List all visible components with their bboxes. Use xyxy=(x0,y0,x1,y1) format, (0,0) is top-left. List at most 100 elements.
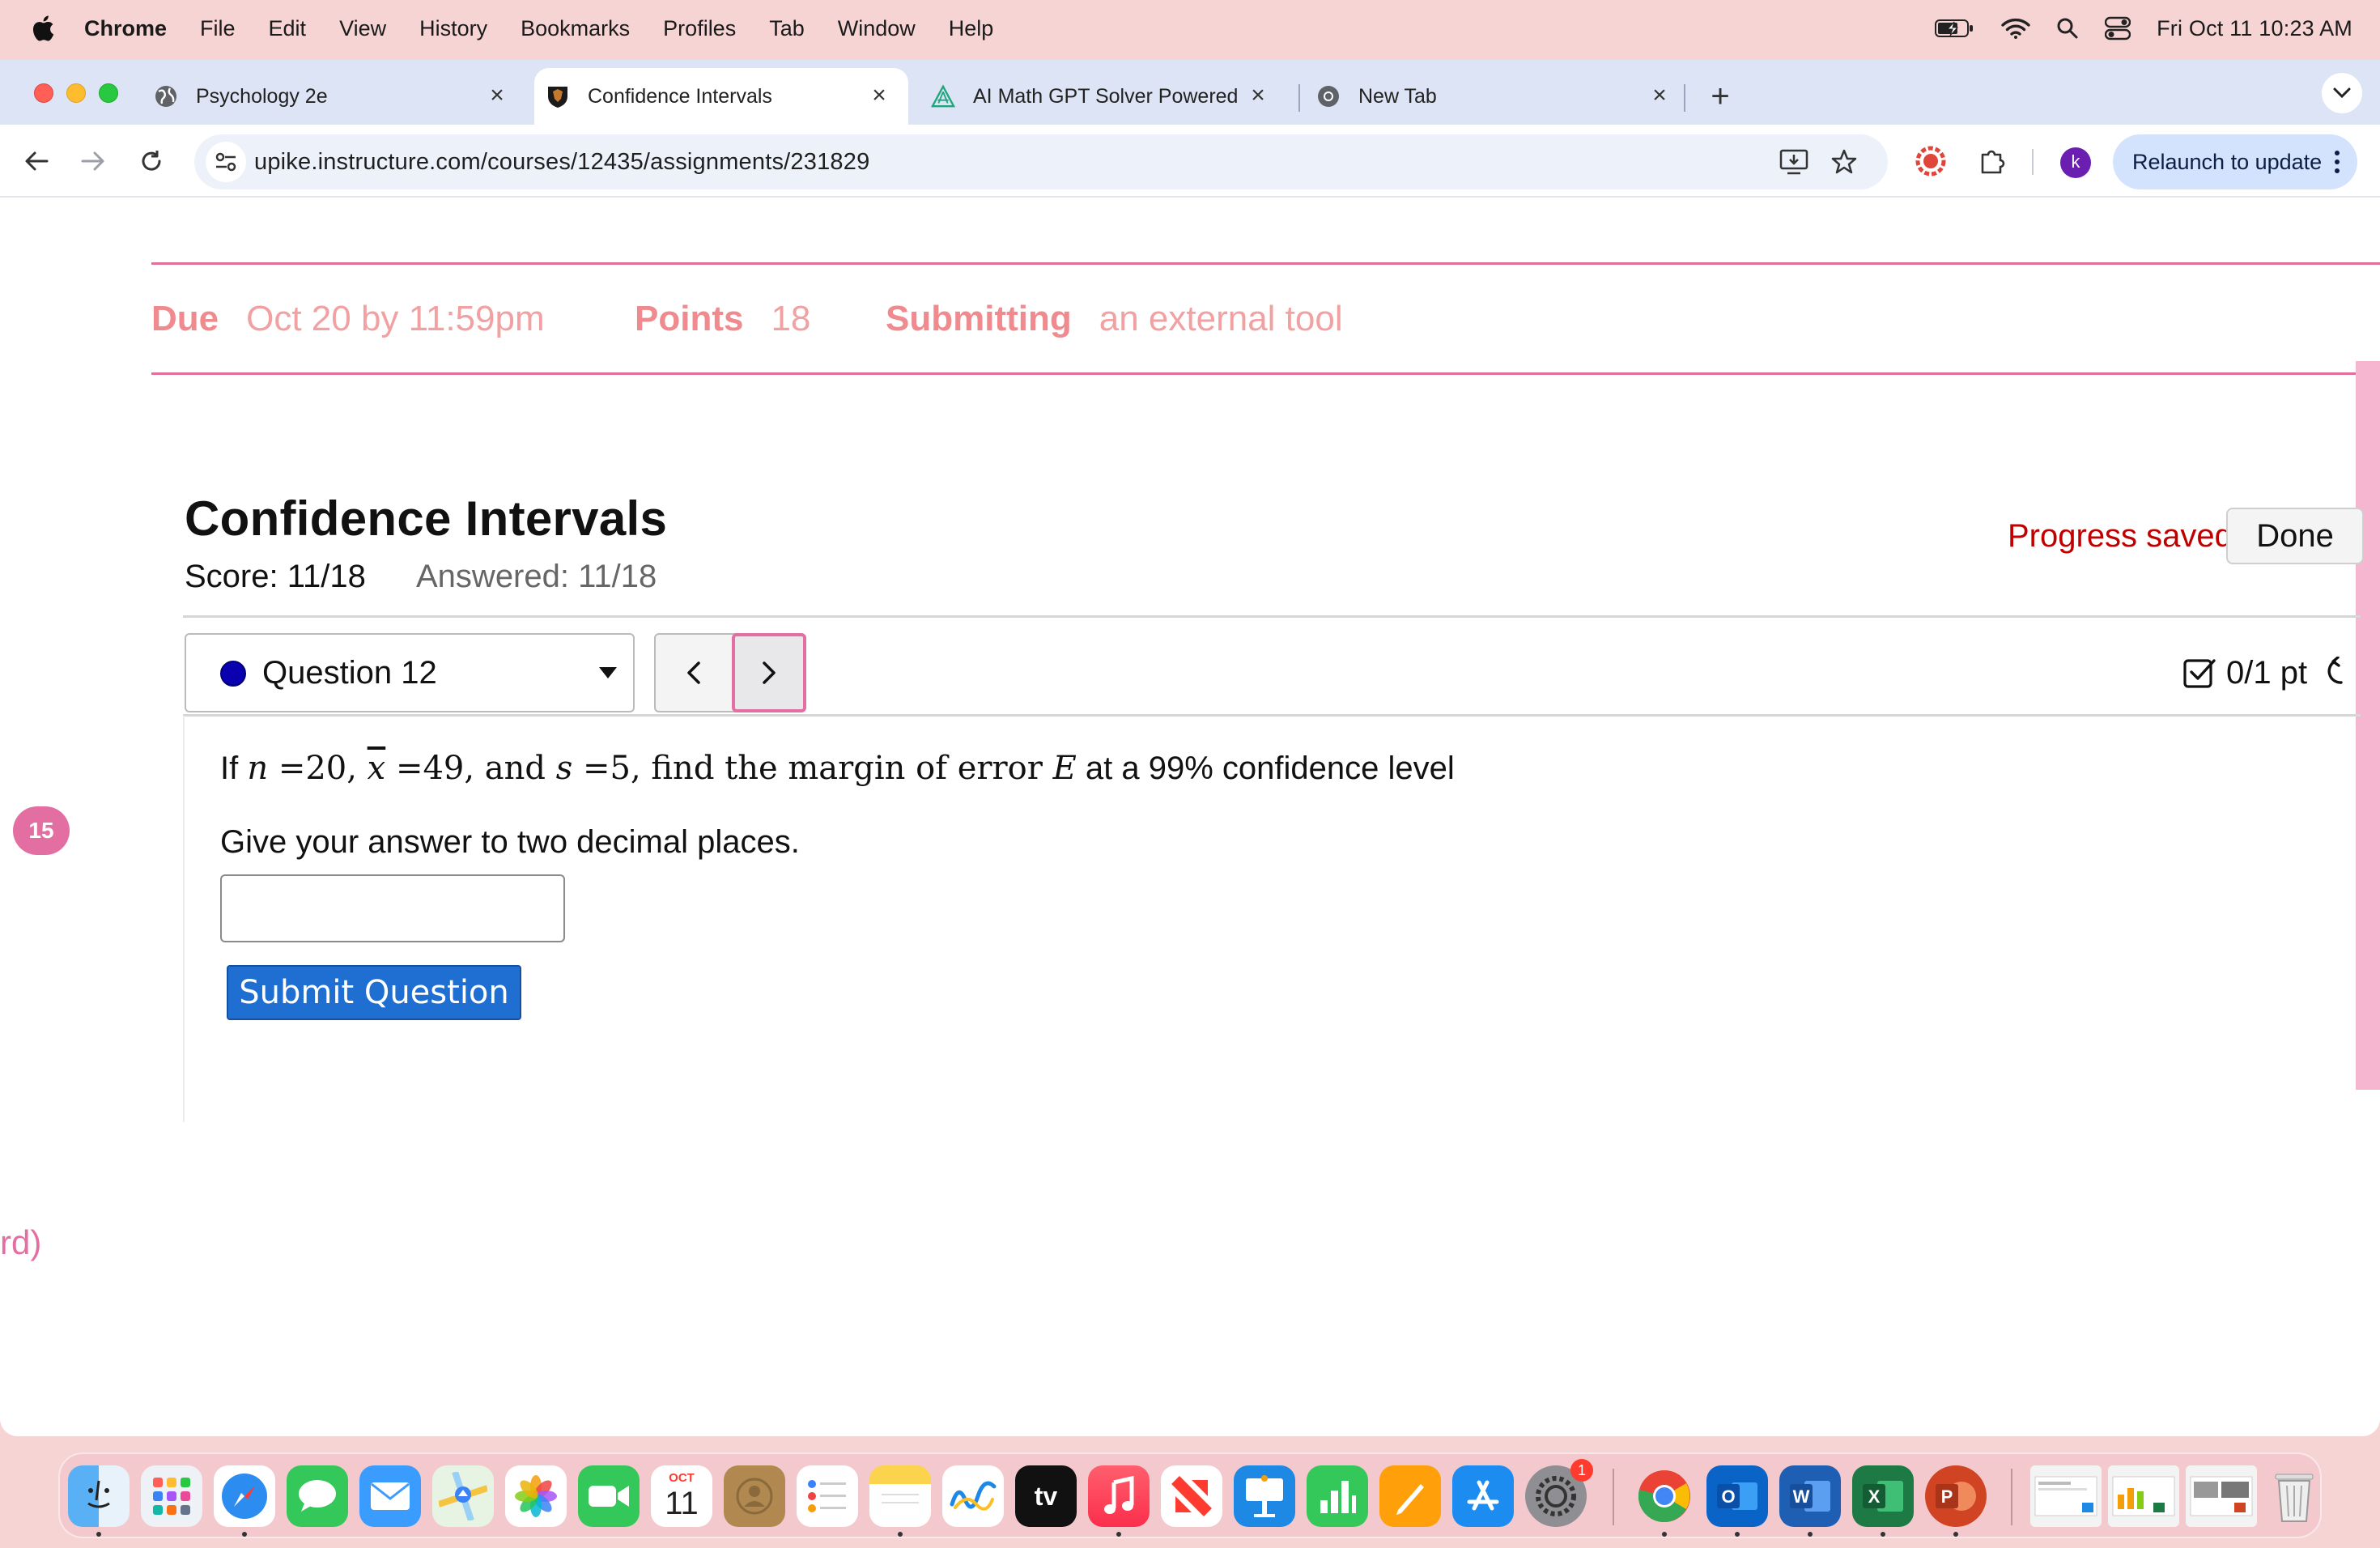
ai-math-icon xyxy=(931,84,955,108)
spotlight-search-icon[interactable] xyxy=(2056,17,2079,40)
contacts-icon[interactable] xyxy=(724,1465,785,1527)
menu-view[interactable]: View xyxy=(339,16,386,41)
maps-icon[interactable] xyxy=(432,1465,494,1527)
address-bar[interactable]: upike.instructure.com/courses/12435/assi… xyxy=(194,134,1888,189)
numbers-icon[interactable] xyxy=(1307,1465,1368,1527)
chrome-dock-icon[interactable] xyxy=(1634,1465,1695,1527)
messages-icon[interactable] xyxy=(287,1465,348,1527)
menu-window[interactable]: Window xyxy=(838,16,916,41)
points-label: Points xyxy=(635,299,744,338)
excel-icon[interactable]: X xyxy=(1852,1465,1914,1527)
menu-help[interactable]: Help xyxy=(949,16,994,41)
menu-file[interactable]: File xyxy=(200,16,236,41)
battery-charging-icon[interactable] xyxy=(1935,19,1975,38)
forward-button[interactable] xyxy=(73,141,113,181)
news-icon[interactable] xyxy=(1161,1465,1222,1527)
safari-icon[interactable] xyxy=(214,1465,275,1527)
music-icon[interactable] xyxy=(1088,1465,1150,1527)
window-minimize-button[interactable] xyxy=(66,83,86,103)
outlook-icon[interactable]: O xyxy=(1706,1465,1768,1527)
previous-question-button[interactable] xyxy=(656,635,732,711)
relaunch-button[interactable]: Relaunch to update xyxy=(2113,134,2357,189)
recent-window-thumbnail[interactable] xyxy=(2030,1465,2102,1527)
menu-tab[interactable]: Tab xyxy=(769,16,805,41)
facetime-icon[interactable] xyxy=(578,1465,640,1527)
keynote-icon[interactable] xyxy=(1234,1465,1295,1527)
window-close-button[interactable] xyxy=(34,83,53,103)
close-icon[interactable]: × xyxy=(1647,83,1672,108)
control-center-icon[interactable] xyxy=(2105,16,2131,40)
tune-icon xyxy=(215,152,236,172)
browser-toolbar: upike.instructure.com/courses/12435/assi… xyxy=(0,125,2380,198)
wifi-icon[interactable] xyxy=(2001,17,2030,40)
close-icon[interactable]: × xyxy=(1245,83,1271,108)
install-app-icon[interactable] xyxy=(1778,146,1810,178)
tab-psychology[interactable]: Psychology 2e × xyxy=(154,68,526,125)
bookmark-star-icon[interactable] xyxy=(1828,146,1860,178)
calendar-icon[interactable]: OCT 11 xyxy=(651,1465,712,1527)
menu-profiles[interactable]: Profiles xyxy=(663,16,736,41)
reminders-icon[interactable] xyxy=(797,1465,858,1527)
question-selector[interactable]: Question 12 xyxy=(185,633,635,712)
submitting-value: an external tool xyxy=(1099,299,1343,338)
question-nav xyxy=(654,633,806,712)
math-s: s xyxy=(555,750,573,787)
apple-tv-icon[interactable]: tv xyxy=(1015,1465,1077,1527)
extensions-puzzle-icon[interactable] xyxy=(1972,141,2012,181)
retry-icon[interactable] xyxy=(2325,657,2344,689)
url-text[interactable]: upike.instructure.com/courses/12435/assi… xyxy=(254,134,869,189)
recent-window-thumbnail[interactable] xyxy=(2186,1465,2257,1527)
notification-badge: 1 xyxy=(1570,1459,1593,1482)
system-settings-icon[interactable]: 1 xyxy=(1525,1459,1593,1527)
trash-icon[interactable] xyxy=(2263,1465,2325,1527)
next-question-button[interactable] xyxy=(732,633,806,712)
menu-edit[interactable]: Edit xyxy=(269,16,307,41)
tab-confidence-intervals[interactable]: Confidence Intervals × xyxy=(534,68,908,125)
profile-avatar[interactable]: k xyxy=(2060,147,2091,178)
app-store-icon[interactable] xyxy=(1452,1465,1514,1527)
notes-icon[interactable] xyxy=(869,1465,931,1527)
mail-icon[interactable] xyxy=(359,1465,421,1527)
menu-bookmarks[interactable]: Bookmarks xyxy=(521,16,630,41)
launchpad-icon[interactable] xyxy=(141,1465,202,1527)
extension-red-icon[interactable] xyxy=(1910,141,1951,181)
menu-app-name[interactable]: Chrome xyxy=(84,16,167,41)
answer-input[interactable] xyxy=(220,874,565,942)
apple-menu-icon[interactable] xyxy=(31,15,55,42)
back-button[interactable] xyxy=(16,141,57,181)
chevron-left-icon xyxy=(687,661,700,684)
done-button[interactable]: Done xyxy=(2226,508,2364,564)
tab-label: Confidence Intervals xyxy=(588,84,772,108)
photos-icon[interactable] xyxy=(505,1465,567,1527)
dock: OCT 11 tv 1 O W X P xyxy=(58,1452,2322,1538)
tab-label: AI Math GPT Solver Powered xyxy=(973,84,1239,108)
close-icon[interactable]: × xyxy=(866,83,892,108)
new-tab-button[interactable]: + xyxy=(1700,76,1740,117)
close-icon[interactable]: × xyxy=(484,83,510,108)
chevron-right-icon xyxy=(763,661,776,684)
freeform-icon[interactable] xyxy=(942,1465,1004,1527)
menu-bar-status: Fri Oct 11 10:23 AM xyxy=(1935,0,2352,57)
details-divider xyxy=(151,262,2380,265)
tab-separator xyxy=(1298,84,1300,112)
tab-new-tab[interactable]: New Tab × xyxy=(1316,68,1689,125)
submit-question-button[interactable]: Submit Question xyxy=(227,965,521,1020)
menu-bar-clock[interactable]: Fri Oct 11 10:23 AM xyxy=(2157,16,2352,41)
dock-separator xyxy=(1613,1469,1614,1525)
toolbar-divider xyxy=(2032,149,2034,175)
side-count-badge[interactable]: 15 xyxy=(13,806,70,855)
reload-button[interactable] xyxy=(131,141,172,181)
tab-search-button[interactable] xyxy=(2322,73,2362,113)
word-icon[interactable]: W xyxy=(1779,1465,1841,1527)
recent-window-thumbnail[interactable] xyxy=(2108,1465,2179,1527)
site-info-button[interactable] xyxy=(206,142,246,182)
running-indicator xyxy=(1953,1532,1958,1537)
pages-icon[interactable] xyxy=(1379,1465,1441,1527)
window-zoom-button[interactable] xyxy=(99,83,118,103)
powerpoint-icon[interactable]: P xyxy=(1925,1465,1987,1527)
quiz-title: Confidence Intervals xyxy=(185,491,668,546)
tab-ai-math[interactable]: AI Math GPT Solver Powered × xyxy=(931,68,1287,125)
relaunch-label: Relaunch to update xyxy=(2132,149,2323,174)
menu-history[interactable]: History xyxy=(419,16,487,41)
finder-icon[interactable] xyxy=(68,1465,130,1527)
